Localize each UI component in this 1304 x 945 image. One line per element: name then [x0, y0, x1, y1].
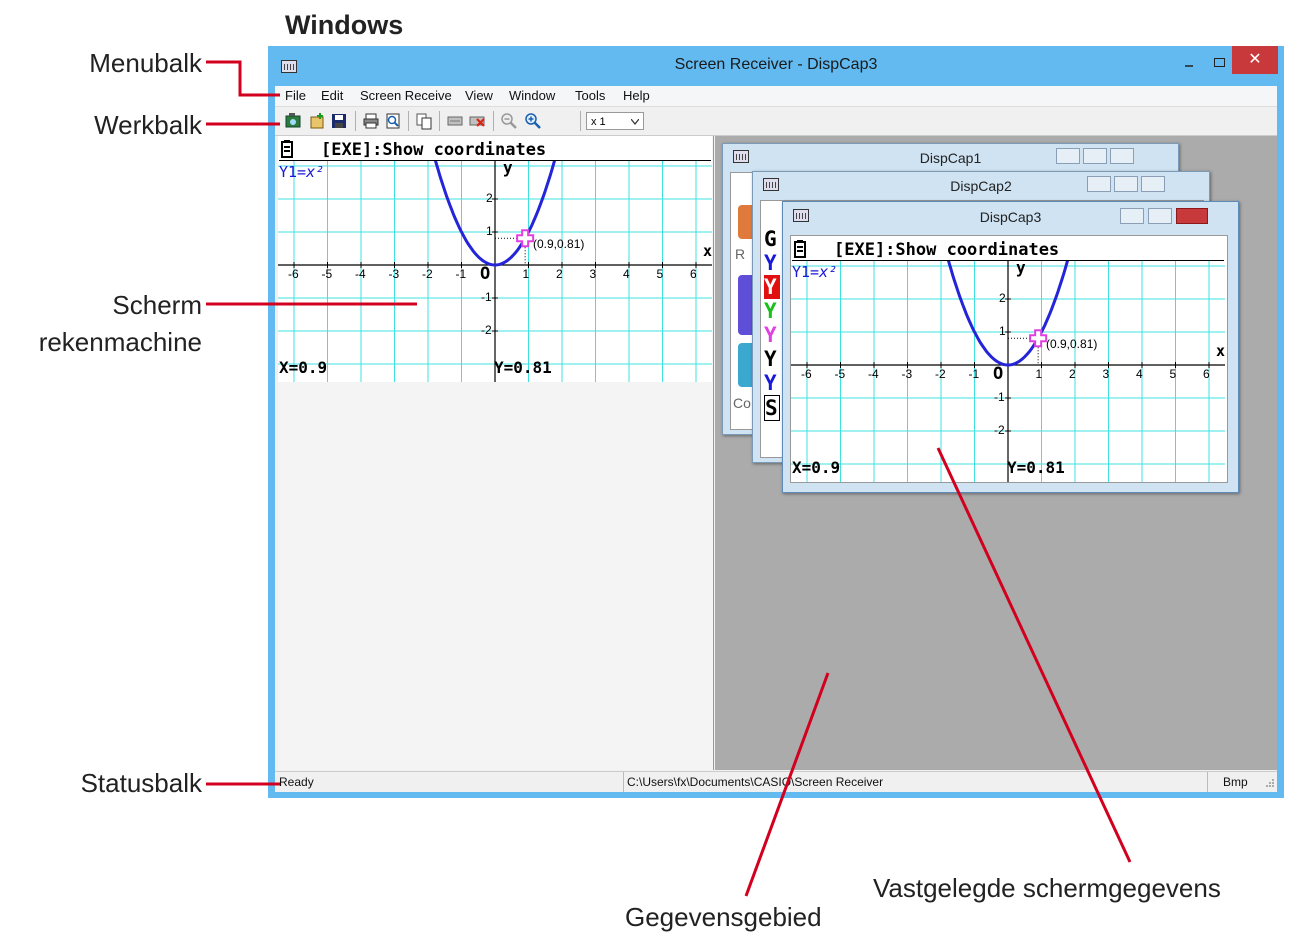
annotation-lines: [206, 60, 1132, 897]
vastgelegde-line: [936, 447, 1132, 863]
gegevensgebied-line: [744, 672, 830, 897]
menubalk-line: [206, 60, 280, 97]
